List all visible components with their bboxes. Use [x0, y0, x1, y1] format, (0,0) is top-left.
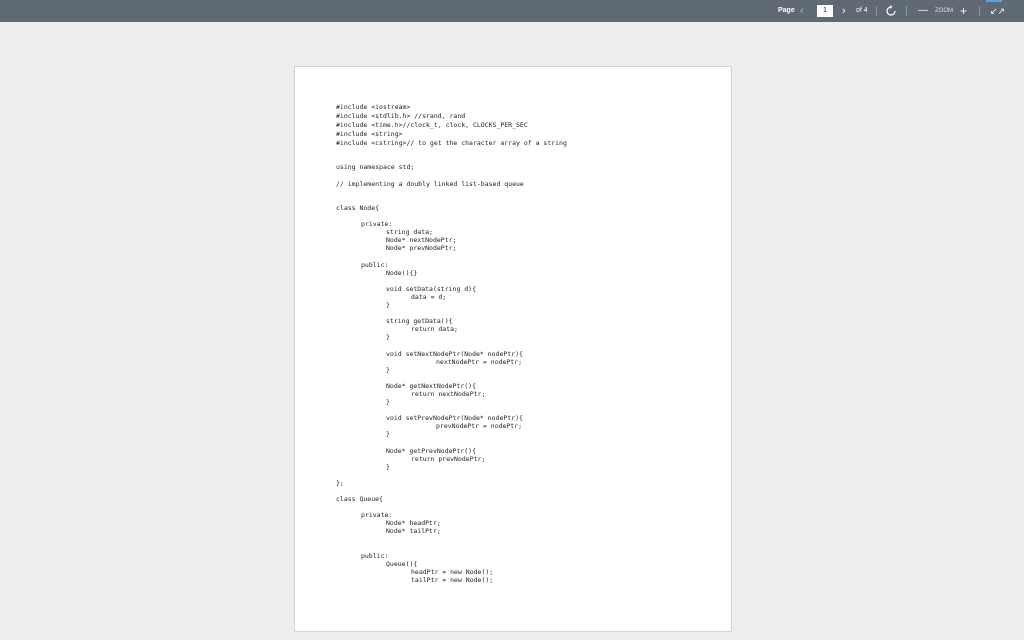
prev-page-button[interactable]: ‹: [800, 0, 804, 22]
code-line: using namespace std;: [336, 163, 415, 171]
code-line: nextNodePtr = nodePtr;: [436, 358, 523, 366]
code-line: return prevNodePtr;: [411, 455, 486, 463]
rotate-icon[interactable]: [886, 0, 896, 22]
code-line: #include <stdlib.h> //srand, rand: [336, 112, 466, 120]
toolbar-divider: [979, 6, 980, 16]
zoom-in-button[interactable]: +: [960, 0, 967, 22]
code-line: }: [386, 430, 390, 438]
code-line: prevNodePtr = nodePtr;: [436, 422, 523, 430]
code-line: Node* prevNodePtr;: [386, 244, 457, 252]
code-line: return nextNodePtr;: [411, 390, 486, 398]
code-line: }: [386, 333, 390, 341]
page-label: Page: [778, 7, 795, 14]
code-line: #include <time.h>//clock_t, clock, CLOCK…: [336, 121, 528, 129]
document-page: #include <iostream> #include <stdlib.h> …: [294, 66, 732, 632]
code-line: }: [386, 398, 390, 406]
code-line: data = d;: [411, 293, 447, 301]
code-line: }: [386, 463, 390, 471]
code-line: #include <cstring>// to get the characte…: [336, 139, 567, 147]
toolbar-divider: [876, 6, 877, 16]
zoom-out-button[interactable]: —: [918, 0, 928, 22]
code-line: #include <string>: [336, 130, 403, 138]
code-line: Node(){}: [386, 269, 418, 277]
next-page-button[interactable]: ›: [842, 0, 846, 22]
code-line: }: [386, 301, 390, 309]
code-line: #include <iostream>: [336, 103, 411, 111]
code-line: public:: [361, 261, 389, 269]
code-line: }: [386, 366, 390, 374]
code-line: return data;: [411, 325, 458, 333]
page-number-input[interactable]: [817, 5, 833, 17]
code-line: Node* tailPtr;: [386, 527, 441, 535]
code-line: };: [336, 479, 344, 487]
toolbar-divider: [906, 6, 907, 16]
code-line: tailPtr = new Node();: [411, 576, 494, 584]
page-count: of 4: [856, 7, 868, 14]
code-line: // implementing a doubly linked list-bas…: [336, 180, 524, 188]
collapse-icon[interactable]: ↙↗: [990, 0, 1005, 22]
zoom-label: ZOOM: [935, 8, 953, 14]
code-line: class Queue{: [336, 495, 383, 503]
code-line: class Node{: [336, 204, 380, 212]
code-line: public:: [361, 552, 389, 560]
pdf-toolbar: Page ‹ › of 4 — ZOOM + ↙↗: [0, 0, 1024, 22]
